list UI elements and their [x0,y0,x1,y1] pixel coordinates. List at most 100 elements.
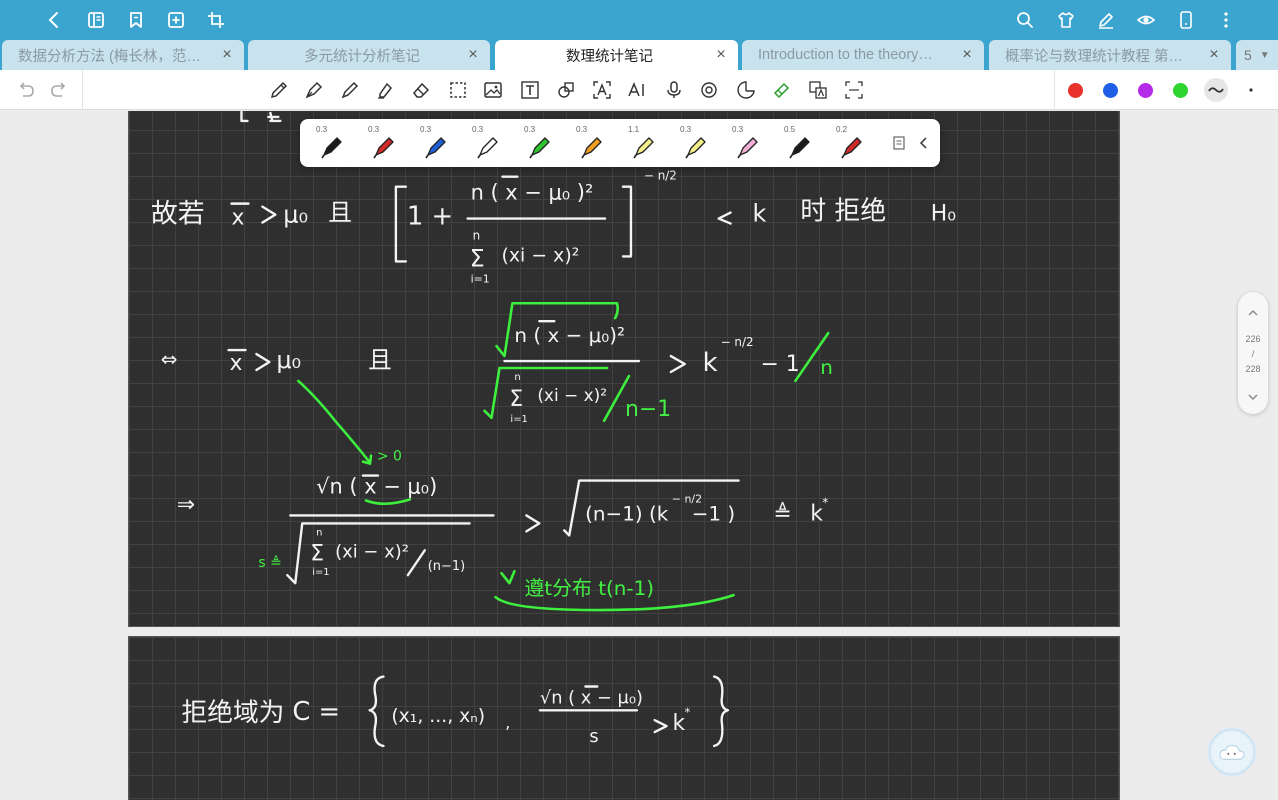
pen-preset[interactable]: 0.3 [670,123,718,163]
tab-close-icon[interactable]: × [714,47,728,63]
tab-list-button[interactable]: 5 ▼ [1236,40,1278,70]
notebook-icon[interactable] [84,8,108,32]
pencil-icon[interactable] [268,79,290,101]
note-page[interactable]: 拒绝域为 C = (x₁, ..., xₙ) , √n ( x − μ₀) s … [128,636,1120,800]
pen-preset[interactable]: 0.3 [410,123,458,163]
drawing-toolbar [0,70,1278,110]
color-red-swatch[interactable] [1068,83,1083,98]
note-text: , [505,713,510,732]
tab-count: 5 [1244,47,1252,63]
note-text: H₀ [931,202,956,227]
tab-4[interactable]: 概率论与数理统计教程 第… × [989,40,1231,70]
eraser-icon[interactable] [410,79,432,101]
note-text: − n/2 [721,335,754,349]
chevron-down-icon[interactable] [1246,390,1260,404]
more-dot-icon[interactable] [1240,79,1262,101]
collapse-palette-icon[interactable] [916,135,932,151]
chevron-up-icon[interactable] [1246,306,1260,320]
note-text: 故若 [151,199,205,230]
ocr-icon[interactable] [843,79,865,101]
stroke-style-icon[interactable] [1204,78,1228,102]
highlighter-icon[interactable] [374,79,396,101]
page-scroller[interactable]: 226 / 228 [1238,292,1268,414]
pen-preset[interactable]: 0.3 [358,123,406,163]
note-text: k [703,348,718,378]
crop-icon[interactable] [204,8,228,32]
note-text: ⇔ [161,348,178,371]
handwriting-layer: 故若 x μ₀ 且 1 + n ( x − μ₀ )² n Σ i=1 (xi … [151,111,956,612]
tape-icon[interactable] [771,79,793,101]
search-icon[interactable] [1013,8,1037,32]
pen-preset[interactable]: 0.3 [306,123,354,163]
bookmark-icon[interactable] [124,8,148,32]
tab-3[interactable]: Introduction to the theory… × [742,40,984,70]
note-text: (x₁, ..., xₙ) [391,706,485,727]
notes-canvas[interactable]: 故若 x μ₀ 且 1 + n ( x − μ₀ )² n Σ i=1 (xi … [0,111,1278,800]
tab-label: 概率论与数理统计教程 第… [1005,48,1184,65]
lasso-select-icon[interactable] [447,79,469,101]
pen-icon [425,137,446,159]
note-text: n−1 [625,397,671,422]
pen-preset[interactable]: 0.3 [514,123,562,163]
pen-icon [789,137,810,159]
pen-preset[interactable]: 0.3 [462,123,510,163]
pen-preset[interactable]: 0.3 [566,123,614,163]
color-purple-swatch[interactable] [1138,83,1153,98]
note-text: n [820,356,833,379]
pen-preset[interactable]: 0.3 [722,123,770,163]
ai-icon[interactable] [626,79,648,101]
shape-icon[interactable] [555,79,577,101]
microphone-icon[interactable] [663,79,685,101]
note-text: s ≜ [258,555,281,571]
back-arrow-icon[interactable] [42,8,66,32]
tab-bar: 数据分析方法 (梅长林，范… × 多元统计分析笔记 × 数理统计笔记 × Int… [0,40,1278,70]
tab-0[interactable]: 数据分析方法 (梅长林，范… × [2,40,244,70]
assistant-cloud-icon[interactable] [1208,728,1256,776]
translate-icon[interactable] [807,79,829,101]
pen-mode-icon[interactable] [1094,8,1118,32]
pen-icon [633,137,654,159]
note-text: √n ( x − μ₀) [540,687,643,708]
theme-shirt-icon[interactable] [1054,8,1078,32]
undo-icon[interactable] [15,79,37,101]
tab-close-icon[interactable]: × [220,47,234,63]
tablet-icon[interactable] [1174,8,1198,32]
note-text: * [684,705,690,719]
total-pages: 228 [1245,364,1261,374]
tab-1[interactable]: 多元统计分析笔记 × [248,40,490,70]
add-page-icon[interactable] [164,8,188,32]
note-text: μ₀ [276,346,301,374]
note-text: * [822,495,828,509]
tab-label: Introduction to the theory… [758,47,933,63]
tab-label: 数据分析方法 (梅长林，范… [18,48,201,65]
note-page[interactable]: 故若 x μ₀ 且 1 + n ( x − μ₀ )² n Σ i=1 (xi … [128,111,1120,627]
palette-settings-icon[interactable] [892,135,908,151]
top-app-bar [0,0,1278,40]
ballpoint-pen-icon[interactable] [339,79,361,101]
tab-close-icon[interactable]: × [1207,47,1221,63]
tab-close-icon[interactable]: × [960,47,974,63]
image-icon[interactable] [482,79,504,101]
color-green-swatch[interactable] [1173,83,1188,98]
color-blue-swatch[interactable] [1103,83,1118,98]
caret-down-icon: ▼ [1259,49,1270,61]
note-text: i=1 [510,414,527,425]
redo-icon[interactable] [48,79,70,101]
page-separator: / [1251,349,1255,359]
tab-2[interactable]: 数理统计笔记 × [495,40,738,70]
text-recognition-icon[interactable] [591,79,613,101]
sticker-icon[interactable] [735,79,757,101]
more-vertical-icon[interactable] [1214,8,1238,32]
at-mention-icon[interactable] [698,79,720,101]
pen-preset[interactable]: 0.5 [774,123,822,163]
note-text: 且 [328,199,352,227]
fountain-pen-icon[interactable] [303,79,325,101]
toolbar-divider [82,70,83,110]
pen-preset[interactable]: 1.1 [618,123,666,163]
text-box-icon[interactable] [519,79,541,101]
handwriting-layer: 拒绝域为 C = (x₁, ..., xₙ) , √n ( x − μ₀) s … [181,675,730,748]
note-text: n ( x − μ₀)² [514,324,625,347]
pen-preset[interactable]: 0.2 [826,123,874,163]
eye-icon[interactable] [1134,8,1158,32]
tab-close-icon[interactable]: × [466,47,480,63]
